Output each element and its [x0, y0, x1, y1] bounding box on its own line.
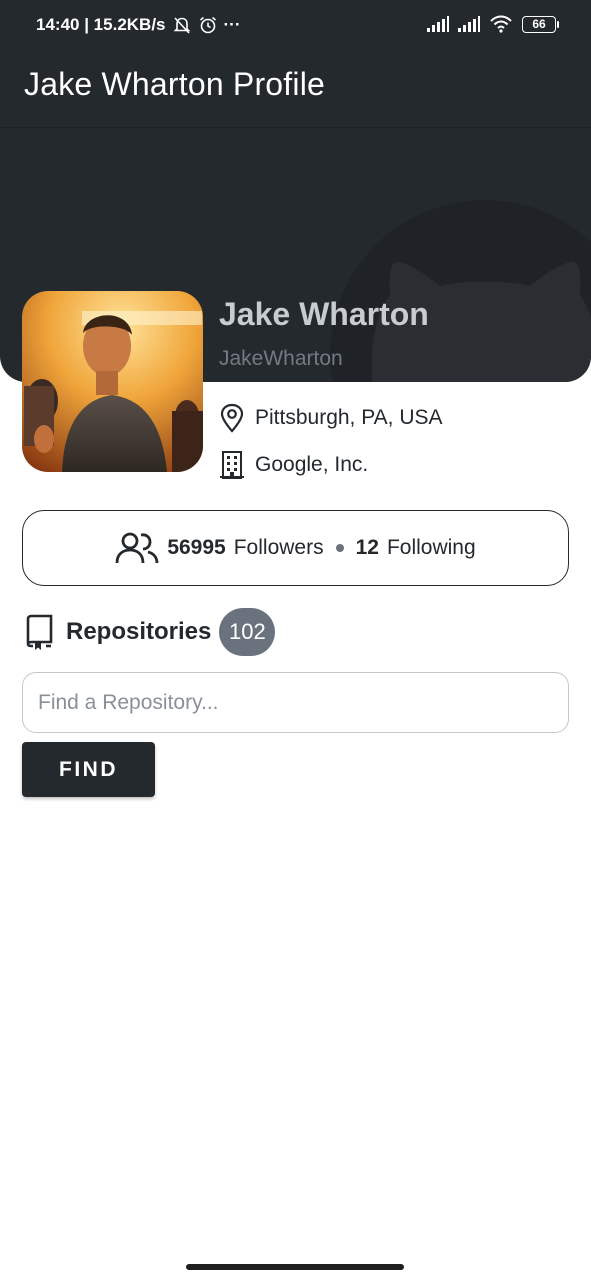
signal-icon	[427, 16, 449, 32]
status-more-dots: ···	[223, 15, 241, 34]
profile-name: Jake Wharton	[219, 296, 429, 332]
location-row: Pittsburgh, PA, USA	[219, 403, 443, 433]
repo-book-icon	[26, 614, 53, 650]
company-row: Google, Inc.	[219, 450, 368, 480]
followers-following-card[interactable]: 56995 Followers 12 Following	[22, 510, 569, 586]
avatar-photo	[22, 291, 203, 472]
location-pin-icon	[220, 403, 244, 433]
repositories-count-badge: 102	[219, 608, 276, 656]
find-button[interactable]: FIND	[22, 742, 155, 797]
followers-count: 56995	[167, 536, 226, 559]
building-icon	[220, 451, 244, 479]
profile-login: JakeWharton	[219, 347, 343, 370]
status-time-speed: 14:40 | 15.2KB/s	[36, 15, 166, 34]
company-text: Google, Inc.	[255, 453, 369, 476]
following-label: Following	[386, 536, 476, 559]
people-icon	[115, 532, 159, 564]
mute-bell-icon	[173, 17, 190, 34]
avatar[interactable]	[22, 291, 203, 472]
signal-icon	[458, 16, 480, 32]
followers-label: Followers	[233, 536, 324, 559]
status-bar: 14:40 | 15.2KB/s ··· 66	[0, 0, 591, 52]
page-title: Jake Wharton Profile	[24, 66, 326, 102]
repository-search-input[interactable]	[22, 672, 569, 733]
location-text: Pittsburgh, PA, USA	[255, 406, 443, 429]
home-indicator[interactable]	[186, 1264, 404, 1270]
status-right: 66	[427, 15, 559, 33]
app-bar-divider	[0, 127, 591, 128]
wifi-icon	[490, 15, 512, 33]
repositories-title: Repositories	[66, 618, 212, 645]
separator-dot	[335, 544, 344, 552]
battery-level: 66	[532, 17, 546, 31]
repositories-header: Repositories 102	[24, 608, 276, 656]
alarm-icon	[199, 16, 216, 34]
github-octocat-watermark-icon	[330, 200, 591, 382]
status-left: 14:40 | 15.2KB/s ···	[36, 15, 241, 35]
following-count: 12	[355, 536, 379, 559]
battery-icon: 66	[522, 15, 559, 33]
